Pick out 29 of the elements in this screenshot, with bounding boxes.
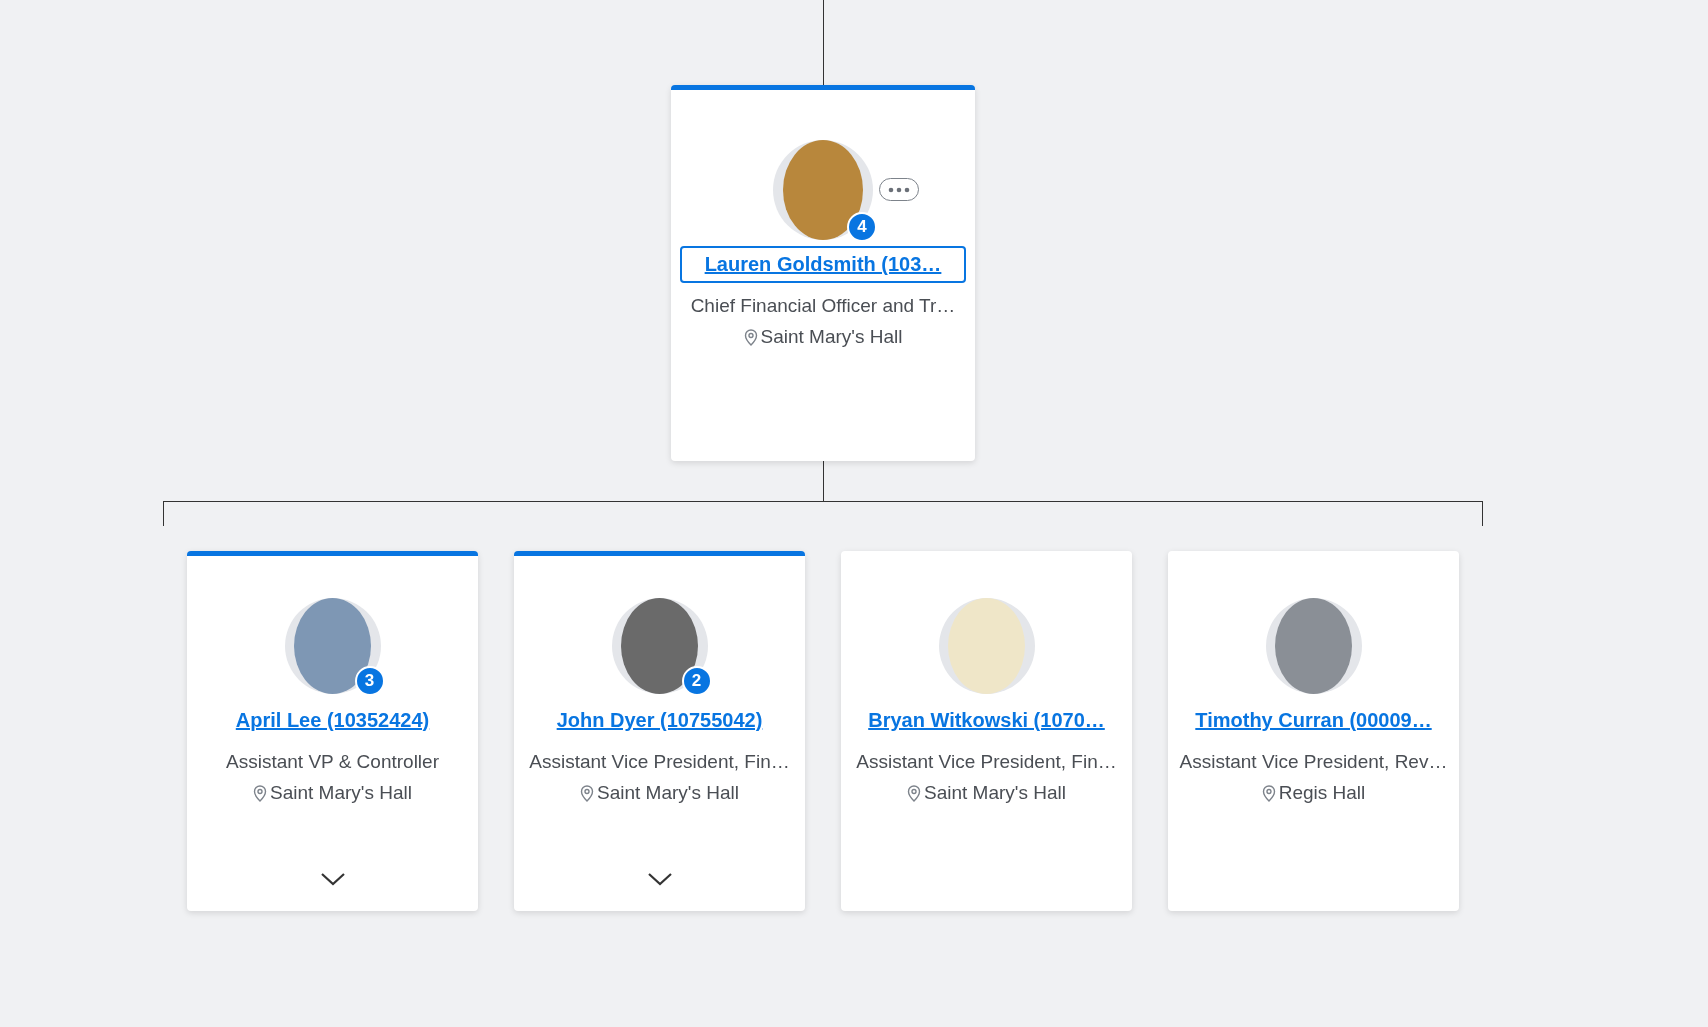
chevron-down-icon bbox=[319, 871, 346, 887]
chevron-down-icon bbox=[646, 871, 673, 887]
location-pin-icon bbox=[253, 784, 267, 802]
more-dots-icon bbox=[888, 186, 910, 193]
location-pin-icon bbox=[1261, 784, 1276, 802]
location-text: Saint Mary's Hall bbox=[597, 781, 739, 805]
location-text: Saint Mary's Hall bbox=[760, 325, 903, 349]
job-title: Assistant VP & Controller bbox=[226, 750, 439, 774]
employee-name-link[interactable]: Bryan Witkowski (1070… bbox=[850, 702, 1123, 739]
job-title: Assistant Vice President, Rev… bbox=[1179, 750, 1448, 774]
employee-name-link[interactable]: April Lee (10352424) bbox=[217, 702, 448, 739]
location-text: Saint Mary's Hall bbox=[924, 781, 1066, 805]
expand-button[interactable] bbox=[646, 871, 673, 887]
location-pin-icon bbox=[580, 784, 594, 802]
location-pin-icon bbox=[743, 328, 758, 346]
expand-button[interactable] bbox=[319, 871, 346, 887]
job-title: Chief Financial Officer and Tr… bbox=[690, 294, 956, 318]
job-title: Assistant Vice President, Fin… bbox=[856, 750, 1117, 774]
employee-name-link[interactable]: Lauren Goldsmith (103… bbox=[680, 246, 966, 283]
report-count-badge: 4 bbox=[847, 212, 877, 242]
more-options-button[interactable] bbox=[879, 178, 919, 201]
job-title: Assistant Vice President, Fin… bbox=[529, 750, 790, 774]
employee-name-link[interactable]: Timothy Curran (00009… bbox=[1177, 702, 1450, 739]
employee-name-link[interactable]: John Dyer (10755042) bbox=[538, 702, 781, 739]
report-count-badge: 3 bbox=[354, 666, 385, 696]
location-text: Saint Mary's Hall bbox=[270, 781, 412, 805]
location-pin-icon bbox=[907, 784, 921, 802]
location-text: Regis Hall bbox=[1278, 781, 1366, 805]
report-count-badge: 2 bbox=[681, 666, 712, 696]
